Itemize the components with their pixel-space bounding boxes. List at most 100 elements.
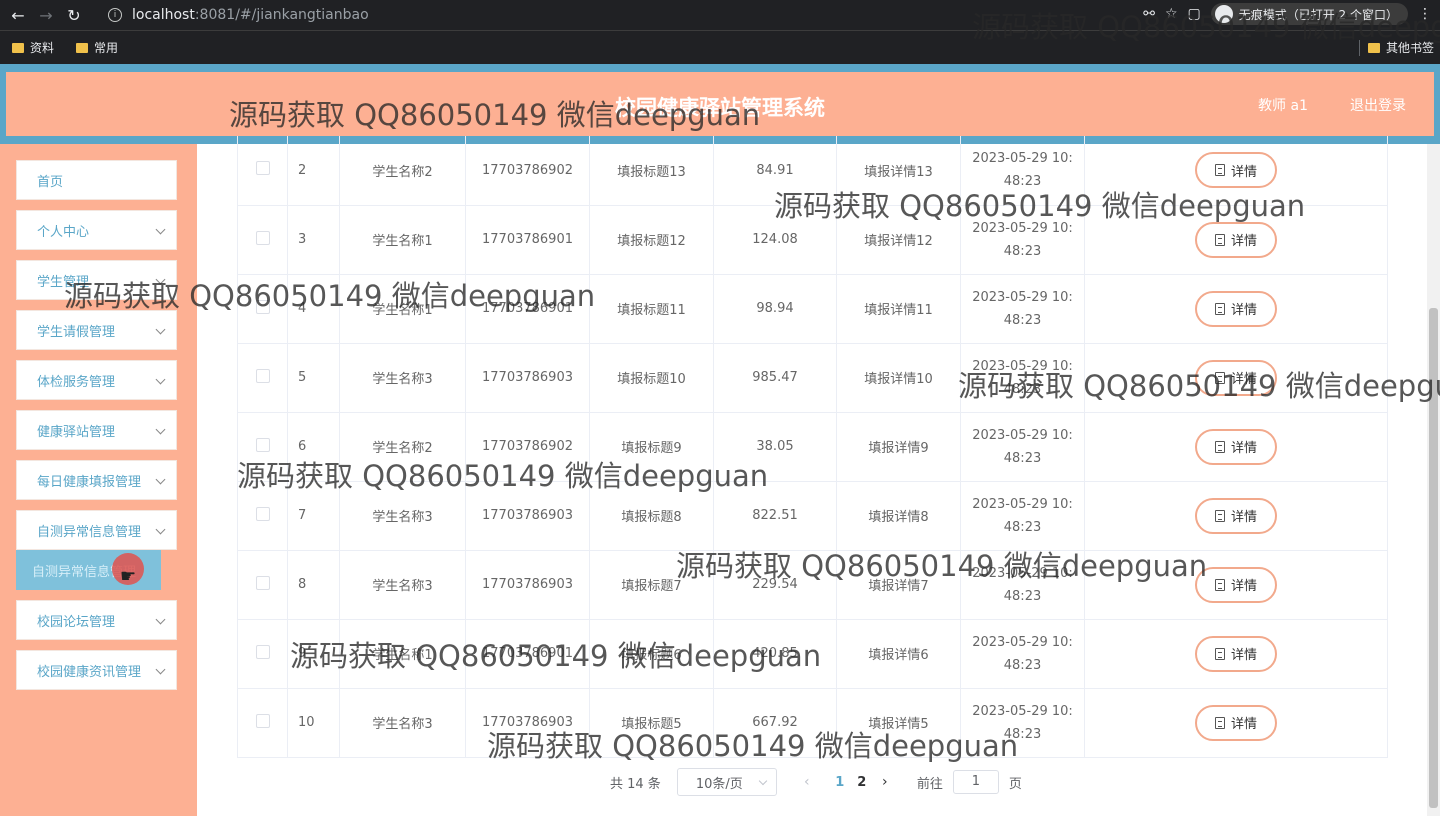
sidebar-item-label: 体检服务管理 <box>37 374 116 390</box>
detail-button[interactable]: 详情 <box>1195 359 1277 396</box>
cell-index: 9 <box>287 619 340 689</box>
prev-page-icon[interactable]: ‹ <box>799 774 815 790</box>
cell-title: 填报标题10 <box>589 343 714 413</box>
cell-detail: 填报详情13 <box>836 136 961 206</box>
sidebar-item-label: 自测异常信息管理 <box>37 524 142 540</box>
incognito-label: 无痕模式（已打开 2 个窗口） <box>1238 7 1398 22</box>
forward-arrow-icon[interactable]: → <box>32 1 60 29</box>
table-row: 2 学生名称2 17703786902 填报标题13 84.91 填报详情13 2023-0… <box>237 136 1388 206</box>
page-size-select[interactable]: 10条/页 <box>676 768 777 796</box>
app-title: 校园健康驿站管理系统 <box>615 96 825 120</box>
cell-name: 学生名称3 <box>339 481 466 551</box>
cell-name: 学生名称1 <box>339 619 466 689</box>
cell-title: 填报标题13 <box>589 136 714 206</box>
sidebar-item[interactable]: 校园健康资讯管理 <box>16 650 177 690</box>
time-clock: 48:23 <box>1003 312 1042 328</box>
pagination: 共 14 条 10条/页 ‹ 1 2 › 前往 1 页 <box>610 768 1022 796</box>
time-clock: 48:23 <box>1003 657 1042 673</box>
sidebar-item[interactable]: 自测异常信息管理 <box>16 510 177 550</box>
row-checkbox[interactable] <box>255 575 270 590</box>
document-icon <box>1214 164 1225 177</box>
cell-title: 填报标题8 <box>589 481 714 551</box>
detail-button[interactable]: 详情 <box>1195 290 1277 327</box>
chevron-down-icon <box>155 224 166 235</box>
cell-value: 98.94 <box>713 274 837 344</box>
logout-link[interactable]: 退出登录 <box>1350 95 1406 115</box>
select-cell <box>237 481 288 551</box>
sidebar-item-label: 校园论坛管理 <box>37 614 116 630</box>
goto-label: 前往 <box>916 776 943 792</box>
sidebar-item[interactable]: 学生管理 <box>16 260 177 300</box>
page-number-2[interactable]: 2 <box>851 775 873 790</box>
row-checkbox[interactable] <box>255 368 270 383</box>
time-date: 2023-05-29 10: <box>972 496 1073 512</box>
sidebar-item[interactable]: 首页 <box>16 160 177 200</box>
sidebar-item-label: 每日健康填报管理 <box>37 474 142 490</box>
bookmark-star-icon[interactable]: ☆ <box>1165 6 1178 22</box>
cell-name: 学生名称3 <box>339 550 466 620</box>
address-bar[interactable]: i localhost :8081/#/jiankangtianbao <box>108 3 1193 27</box>
goto-page-input[interactable]: 1 <box>952 770 999 794</box>
detail-button[interactable]: 详情 <box>1195 221 1277 258</box>
next-page-icon[interactable]: › <box>877 774 893 790</box>
scrollbar-thumb[interactable] <box>1429 308 1438 808</box>
detail-button[interactable]: 详情 <box>1195 497 1277 534</box>
site-info-icon[interactable]: i <box>108 8 122 22</box>
table-row: 6 学生名称2 17703786902 填报标题9 38.05 填报详情9 2023-05-… <box>237 412 1388 482</box>
cell-name: 学生名称3 <box>339 688 466 758</box>
sidebar-item[interactable]: 健康驿站管理 <box>16 410 177 450</box>
sidebar-item[interactable]: 个人中心 <box>16 210 177 250</box>
sidebar-item[interactable]: 校园论坛管理 <box>16 600 177 640</box>
sidebar-item-label: 首页 <box>37 174 64 190</box>
sidebar-item[interactable]: 学生请假管理 <box>16 310 177 350</box>
incognito-indicator[interactable]: 无痕模式（已打开 2 个窗口） <box>1210 3 1408 25</box>
row-checkbox[interactable] <box>255 299 270 314</box>
back-arrow-icon[interactable]: ← <box>4 1 32 29</box>
cell-detail: 填报详情7 <box>836 550 961 620</box>
reload-icon[interactable]: ↻ <box>60 1 88 29</box>
row-checkbox[interactable] <box>255 644 270 659</box>
bookmark-label: 常用 <box>94 41 119 55</box>
select-cell <box>237 550 288 620</box>
sidebar-item-label: 学生管理 <box>37 274 90 290</box>
chevron-down-icon <box>758 776 768 786</box>
detail-button[interactable]: 详情 <box>1195 635 1277 672</box>
browser-menu-icon[interactable]: ⋮ <box>1418 6 1432 22</box>
table-row: 5 学生名称3 17703786903 填报标题10 985.47 填报详情10 2023-… <box>237 343 1388 413</box>
cell-phone: 17703786901 <box>465 205 590 275</box>
detail-button[interactable]: 详情 <box>1195 428 1277 465</box>
row-checkbox[interactable] <box>255 230 270 245</box>
cell-index: 10 <box>287 688 340 758</box>
password-key-icon[interactable]: ⚯ <box>1143 6 1155 22</box>
other-bookmarks[interactable]: 其他书签 <box>1367 39 1434 56</box>
time-clock: 48:23 <box>1003 726 1042 742</box>
cell-time: 2023-05-29 10: 48:23 <box>960 274 1085 344</box>
bookmark-folder-0[interactable]: 资料 <box>12 39 54 56</box>
sidebar-item[interactable]: 体检服务管理 <box>16 360 177 400</box>
sidepanel-icon[interactable]: ▢ <box>1188 6 1201 22</box>
detail-button-label: 详情 <box>1230 717 1257 732</box>
folder-icon <box>12 42 24 53</box>
row-checkbox[interactable] <box>255 161 270 176</box>
actions-cell: 详情 <box>1084 343 1388 413</box>
sidebar-item-label: 学生请假管理 <box>37 324 116 340</box>
detail-button[interactable]: 详情 <box>1195 566 1277 603</box>
sidebar-item[interactable]: 每日健康填报管理 <box>16 460 177 500</box>
row-checkbox[interactable] <box>255 713 270 728</box>
table-row: 7 学生名称3 17703786903 填报标题8 822.51 填报详情8 2023-05… <box>237 481 1388 551</box>
detail-button[interactable]: 详情 <box>1195 704 1277 741</box>
bookmarks-bar: 资料 常用 其他书签 <box>0 30 1440 64</box>
row-checkbox[interactable] <box>255 437 270 452</box>
detail-button[interactable]: 详情 <box>1195 152 1277 189</box>
select-cell <box>237 205 288 275</box>
cell-value: 229.54 <box>713 550 837 620</box>
bookmark-folder-1[interactable]: 常用 <box>76 39 118 56</box>
hand-cursor-icon: ☛ <box>120 566 137 587</box>
table-row: 4 学生名称1 17703786901 填报标题11 98.94 填报详情11 2023-0… <box>237 274 1388 344</box>
cell-detail: 填报详情11 <box>836 274 961 344</box>
cell-index: 3 <box>287 205 340 275</box>
detail-button-label: 详情 <box>1230 648 1257 663</box>
page-number-1[interactable]: 1 <box>829 775 851 790</box>
row-checkbox[interactable] <box>255 506 270 521</box>
document-icon <box>1214 233 1225 246</box>
